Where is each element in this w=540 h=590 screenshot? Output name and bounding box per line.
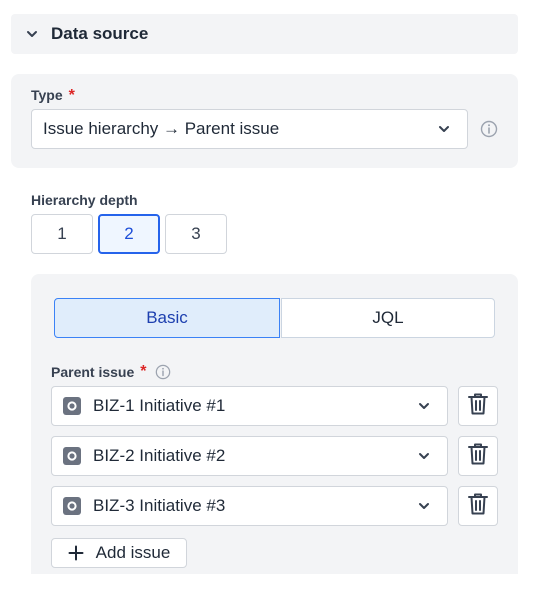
trash-icon bbox=[467, 392, 489, 421]
parent-issue-value: BIZ-3 Initiative #3 bbox=[93, 496, 226, 515]
add-issue-label: Add issue bbox=[95, 543, 171, 562]
type-select-value: Issue hierarchy → Parent issue bbox=[43, 119, 280, 138]
parent-issue-select-3[interactable]: BIZ-3 Initiative #3 bbox=[51, 486, 448, 526]
chevron-down-icon bbox=[417, 499, 431, 513]
depth-option-1[interactable]: 1 bbox=[31, 214, 93, 254]
data-source-section-header[interactable]: Data source bbox=[11, 14, 518, 54]
parent-issue-label-row: Parent issue * bbox=[51, 363, 171, 381]
type-label-row: Type * bbox=[31, 87, 75, 105]
issue-type-icon bbox=[63, 397, 81, 415]
issue-type-icon bbox=[63, 497, 81, 515]
tab-basic[interactable]: Basic bbox=[54, 298, 280, 338]
chevron-down-icon bbox=[437, 122, 451, 136]
type-panel: Type * Issue hierarchy → Parent issue bbox=[11, 74, 518, 168]
remove-issue-button-3[interactable] bbox=[458, 486, 498, 526]
issue-type-icon bbox=[63, 447, 81, 465]
remove-issue-button-2[interactable] bbox=[458, 436, 498, 476]
remove-issue-button-1[interactable] bbox=[458, 386, 498, 426]
chevron-down-icon bbox=[417, 449, 431, 463]
parent-issue-value: BIZ-1 Initiative #1 bbox=[93, 396, 226, 415]
plus-icon bbox=[68, 545, 84, 561]
parent-issue-select-1[interactable]: BIZ-1 Initiative #1 bbox=[51, 386, 448, 426]
chevron-down-icon bbox=[417, 399, 431, 413]
add-issue-button[interactable]: Add issue bbox=[51, 538, 187, 568]
parent-issue-label: Parent issue bbox=[51, 364, 135, 380]
type-label: Type bbox=[31, 87, 63, 103]
parent-issue-select-2[interactable]: BIZ-2 Initiative #2 bbox=[51, 436, 448, 476]
depth-option-3[interactable]: 3 bbox=[165, 214, 227, 254]
hierarchy-depth-label-row: Hierarchy depth bbox=[31, 192, 138, 210]
trash-icon bbox=[467, 442, 489, 471]
info-icon[interactable] bbox=[155, 364, 171, 380]
trash-icon bbox=[467, 492, 489, 521]
required-mark: * bbox=[68, 87, 75, 104]
parent-issue-value: BIZ-2 Initiative #2 bbox=[93, 446, 226, 465]
section-title: Data source bbox=[51, 24, 149, 43]
tab-jql[interactable]: JQL bbox=[281, 298, 495, 338]
depth-option-2[interactable]: 2 bbox=[98, 214, 160, 254]
hierarchy-depth-label: Hierarchy depth bbox=[31, 192, 138, 208]
type-select[interactable]: Issue hierarchy → Parent issue bbox=[31, 109, 468, 149]
required-mark: * bbox=[140, 363, 147, 380]
info-icon[interactable] bbox=[480, 120, 498, 138]
chevron-down-icon bbox=[25, 27, 39, 41]
